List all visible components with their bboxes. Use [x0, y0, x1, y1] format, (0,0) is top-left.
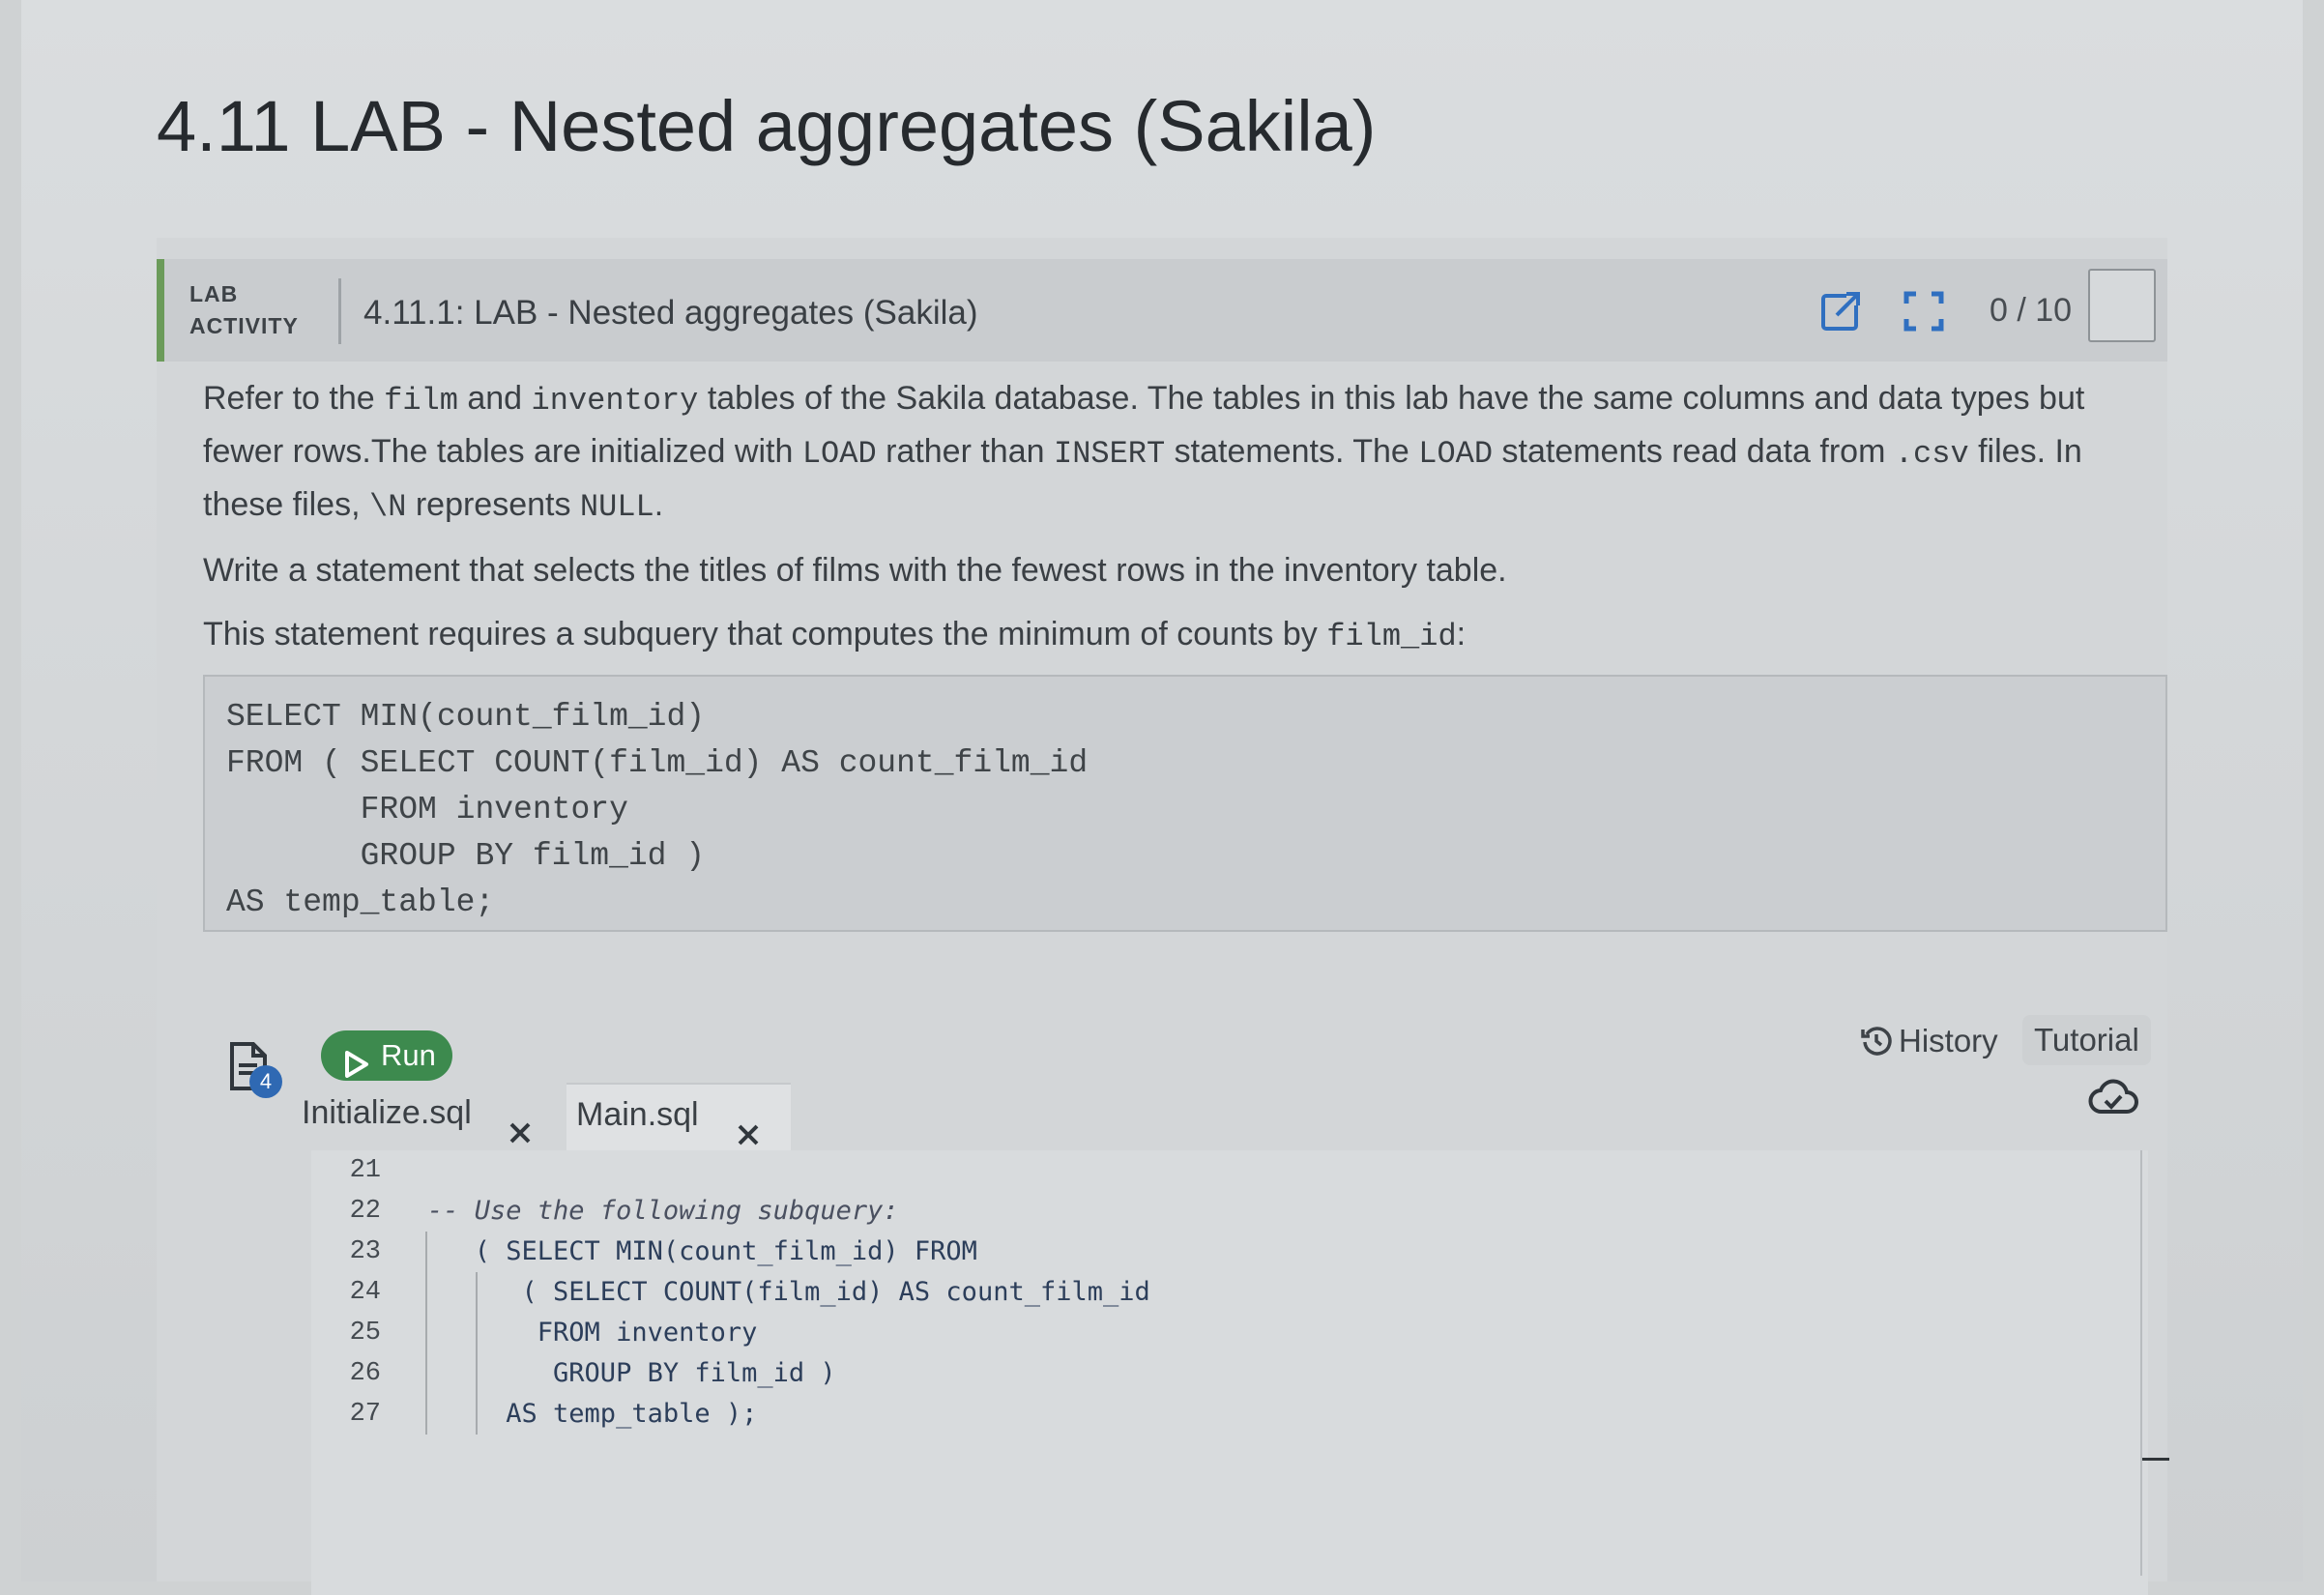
files-count-badge: 4	[249, 1065, 282, 1098]
code-insert: INSERT	[1053, 436, 1166, 472]
editor-right-border	[2140, 1150, 2142, 1576]
activity-header: LAB ACTIVITY 4.11.1: LAB - Nested aggreg…	[157, 259, 2167, 362]
score: 0 / 10	[1990, 292, 2073, 329]
run-button[interactable]: Run	[321, 1030, 452, 1081]
text: rather than	[876, 433, 1054, 470]
instruction-paragraph-1: Refer to the film and inventory tables o…	[203, 373, 2156, 533]
text: represents	[406, 486, 580, 523]
code-line: FROM inventory	[226, 792, 628, 827]
lab-activity-panel: LAB ACTIVITY 4.11.1: LAB - Nested aggreg…	[157, 238, 2169, 1595]
code-line: GROUP BY film_id )	[226, 838, 706, 874]
code-load: LOAD	[1418, 436, 1494, 472]
tab-label: Main.sql	[576, 1096, 699, 1133]
tutorial-button[interactable]: Tutorial	[2022, 1015, 2151, 1065]
cloud-saved-icon	[2088, 1075, 2138, 1117]
editor-line-comment: -- Use the following subquery:	[427, 1196, 899, 1226]
header-divider	[338, 278, 341, 344]
editor-line: ( SELECT MIN(count_film_id) FROM	[427, 1236, 977, 1266]
editor-line: ( SELECT COUNT(film_id) AS count_film_id	[427, 1277, 1150, 1307]
code-line: FROM ( SELECT COUNT(film_id) AS count_fi…	[226, 745, 1089, 781]
line-number: 25	[349, 1319, 381, 1348]
lab-label-line2: ACTIVITY	[189, 313, 299, 338]
editor-line: AS temp_table );	[427, 1399, 758, 1429]
code-inventory: inventory	[531, 383, 699, 419]
page-title: 4.11 LAB - Nested aggregates (Sakila)	[157, 86, 1377, 166]
run-label: Run	[381, 1038, 436, 1072]
history-button[interactable]: History	[1852, 1017, 2004, 1065]
instructions: Refer to the film and inventory tables o…	[203, 373, 2156, 675]
instruction-paragraph-3: This statement requires a subquery that …	[203, 609, 2156, 662]
tab-main-sql[interactable]: Main.sql	[566, 1083, 791, 1150]
text: and	[457, 380, 532, 417]
line-number-gutter: 21 22 23 24 25 26 27	[311, 1150, 381, 1595]
text: :	[1456, 616, 1467, 652]
code-editor[interactable]: 21 22 23 24 25 26 27 -- Use the followin…	[311, 1150, 2148, 1595]
line-number: 27	[349, 1400, 381, 1429]
text: This statement requires a subquery that …	[203, 616, 1327, 652]
text: statements read data from	[1493, 433, 1895, 470]
line-number: 23	[349, 1237, 381, 1266]
scrollbar-indicator[interactable]	[2142, 1458, 2169, 1461]
completion-box	[2088, 269, 2156, 342]
code-film-id: film_id	[1326, 619, 1457, 654]
text: .	[654, 486, 664, 523]
open-new-window-icon[interactable]	[1817, 288, 1864, 334]
code-film: film	[384, 383, 458, 419]
line-number: 24	[349, 1278, 381, 1307]
code-line: AS temp_table;	[226, 884, 495, 920]
instruction-paragraph-2: Write a statement that selects the title…	[203, 552, 1507, 589]
tab-label: Initialize.sql	[302, 1094, 472, 1131]
fullscreen-icon[interactable]	[1901, 288, 1947, 334]
code-null-escape: \N	[368, 489, 407, 525]
editor-code[interactable]: -- Use the following subquery: ( SELECT …	[427, 1150, 2071, 1435]
text: statements. The	[1165, 433, 1419, 470]
lab-label-line1: LAB	[189, 281, 239, 306]
history-icon	[1861, 1027, 1892, 1056]
example-code-block: SELECT MIN(count_film_id) FROM ( SELECT …	[203, 675, 2167, 932]
history-label: History	[1899, 1023, 1998, 1058]
tab-initialize-sql[interactable]: Initialize.sql	[302, 1083, 555, 1150]
code-load: LOAD	[801, 436, 877, 472]
lab-activity-label: LAB ACTIVITY	[189, 278, 325, 342]
line-number: 21	[349, 1156, 381, 1185]
text: Refer to the	[203, 380, 385, 417]
editor-line: FROM inventory	[427, 1318, 758, 1348]
code-line: SELECT MIN(count_film_id)	[226, 699, 706, 735]
page: 4.11 LAB - Nested aggregates (Sakila) LA…	[21, 0, 2303, 1595]
activity-title: 4.11.1: LAB - Nested aggregates (Sakila)	[363, 294, 978, 332]
editor-line: GROUP BY film_id )	[427, 1358, 836, 1388]
line-number: 26	[349, 1359, 381, 1388]
code-csv: .csv	[1894, 436, 1969, 472]
code-null: NULL	[579, 489, 654, 525]
line-number: 22	[349, 1197, 381, 1226]
